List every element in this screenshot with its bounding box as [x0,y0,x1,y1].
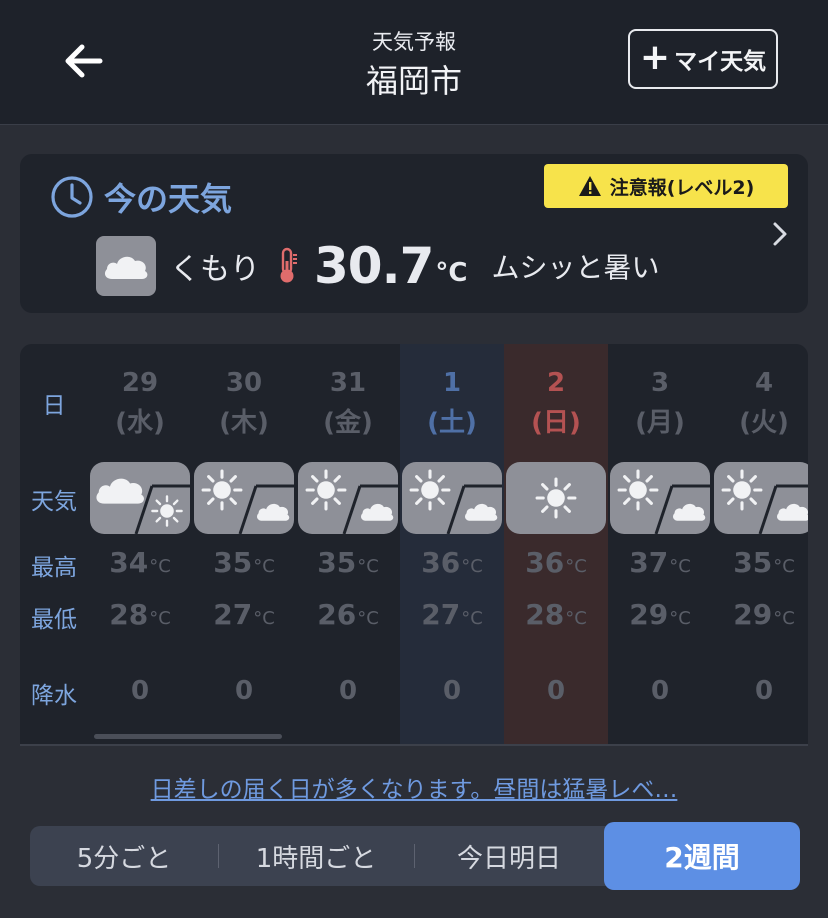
add-my-weather-label: マイ天気 [674,49,767,75]
min-temperature: 28°C [109,598,171,631]
precipitation: 0 [130,676,150,706]
interval-tabs: 5分ごと 1時間ごと 今日明日 2週間 [30,822,800,890]
day-number: 31 [329,368,367,398]
day-number: 2 [546,368,566,398]
max-temperature: 35°C [317,546,379,579]
precipitation: 0 [546,676,566,706]
forecast-summary-link[interactable]: 日差しの届く日が多くなります。昼間は猛暑レベ… [20,770,808,804]
min-temperature: 27°C [421,598,483,631]
day-weekday: (土) [427,408,477,438]
cloud-icon [254,498,292,528]
precipitation: 0 [754,676,774,706]
warning-icon [578,176,601,196]
day-number: 4 [754,368,774,398]
min-temperature: 29°C [629,598,691,631]
row-label-weather: 天気 [31,489,77,515]
thermometer-icon [276,247,300,289]
chevron-right-icon[interactable] [770,220,790,252]
forecast-day-column[interactable]: 31 (金) 35°C 26°C 0 [296,344,400,744]
temperature-unit: °C [435,258,468,288]
clock-icon [51,176,93,218]
tab-1[interactable]: 1時間ごと [218,826,414,886]
app-header: 天気予報 福岡市 + マイ天気 [0,0,828,125]
row-label-min: 最低 [31,607,77,633]
sun-icon [534,476,578,524]
max-temperature: 35°C [213,546,275,579]
min-temperature: 26°C [317,598,379,631]
precipitation: 0 [442,676,462,706]
cloud-icon [358,498,396,528]
min-temperature: 28°C [525,598,587,631]
current-weather-title: 今の天気 [104,180,233,218]
day-weekday: (日) [531,408,581,438]
day-number: 3 [650,368,670,398]
current-weather-heading: 今の天気 [50,174,232,220]
min-temperature: 27°C [213,598,275,631]
day-weekday: (水) [115,408,165,438]
feels-like-text: ムシッと暑い [491,251,660,284]
weather-cell-sunny-then-cloudy [402,462,502,534]
max-temperature: 35°C [733,546,795,579]
tab-2[interactable]: 今日明日 [414,826,604,886]
day-weekday: (木) [219,408,269,438]
day-weekday: (金) [323,408,373,438]
cloud-icon [774,498,808,528]
tab-3[interactable]: 2週間 [604,822,800,890]
sun-icon [150,494,184,532]
add-my-weather-button[interactable]: + マイ天気 [628,29,778,89]
weather-cell-sunny-then-cloudy [610,462,710,534]
weather-alert-text: 注意報(レベル2) [609,176,755,199]
forecast-day-column[interactable]: 29 (水) 34°C 28°C 0 [88,344,192,744]
min-temperature: 29°C [733,598,795,631]
forecast-day-column[interactable]: 1 (土) 36°C 27°C 0 [400,344,504,744]
two-week-forecast[interactable]: 日 天気 最高 最低 降水 29 (水) 34°C 28°C 0 30 (木) 35°C 27°… [20,344,808,744]
cloud-icon [462,498,500,528]
cloud-icon [96,236,156,296]
day-number: 1 [442,368,462,398]
row-label-max: 最高 [31,555,77,581]
weather-alert-badge[interactable]: 注意報(レベル2) [544,164,788,208]
tab-0[interactable]: 5分ごと [30,826,218,886]
tab-separator [218,844,219,868]
precipitation: 0 [234,676,254,706]
day-weekday: (火) [739,408,789,438]
current-weather-row: くもり 30.7 °C ムシッと暑い [96,236,659,296]
precipitation: 0 [650,676,670,706]
divider [20,744,808,746]
max-temperature: 36°C [525,546,587,579]
weather-cell-sunny-then-cloudy [298,462,398,534]
weather-cell-cloudy-then-sunny [90,462,190,534]
forecast-day-column[interactable]: 3 (月) 37°C 29°C 0 [608,344,712,744]
forecast-day-column[interactable]: 2 (日) 36°C 28°C 0 [504,344,608,744]
weather-cell-sunny-then-cloudy [714,462,808,534]
tab-separator [414,844,415,868]
forecast-day-column[interactable]: 30 (木) 35°C 27°C 0 [192,344,296,744]
forecast-row-labels: 日 天気 最高 最低 降水 [20,344,88,744]
current-condition: くもり [170,252,260,287]
weather-cell-sunny-then-cloudy [194,462,294,534]
current-temperature: 30.7 [314,237,434,295]
day-weekday: (月) [635,408,685,438]
horizontal-scrollbar[interactable] [94,734,282,739]
forecast-day-column[interactable]: 4 (火) 35°C 29°C 0 [712,344,808,744]
precipitation: 0 [338,676,358,706]
day-number: 30 [225,368,263,398]
day-number: 29 [121,368,159,398]
cloud-icon [670,498,708,528]
plus-icon: + [639,36,671,78]
row-label-rain: 降水 [31,683,77,709]
max-temperature: 34°C [109,546,171,579]
current-weather-card[interactable]: 今の天気 注意報(レベル2) くもり 30.7 °C ムシッと暑い [20,154,808,313]
max-temperature: 36°C [421,546,483,579]
weather-cell-sunny [506,462,606,534]
row-label-day: 日 [42,393,66,419]
forecast-days: 29 (水) 34°C 28°C 0 30 (木) 35°C 27°C 0 31 (金) 35°C 26°… [88,344,808,744]
max-temperature: 37°C [629,546,691,579]
